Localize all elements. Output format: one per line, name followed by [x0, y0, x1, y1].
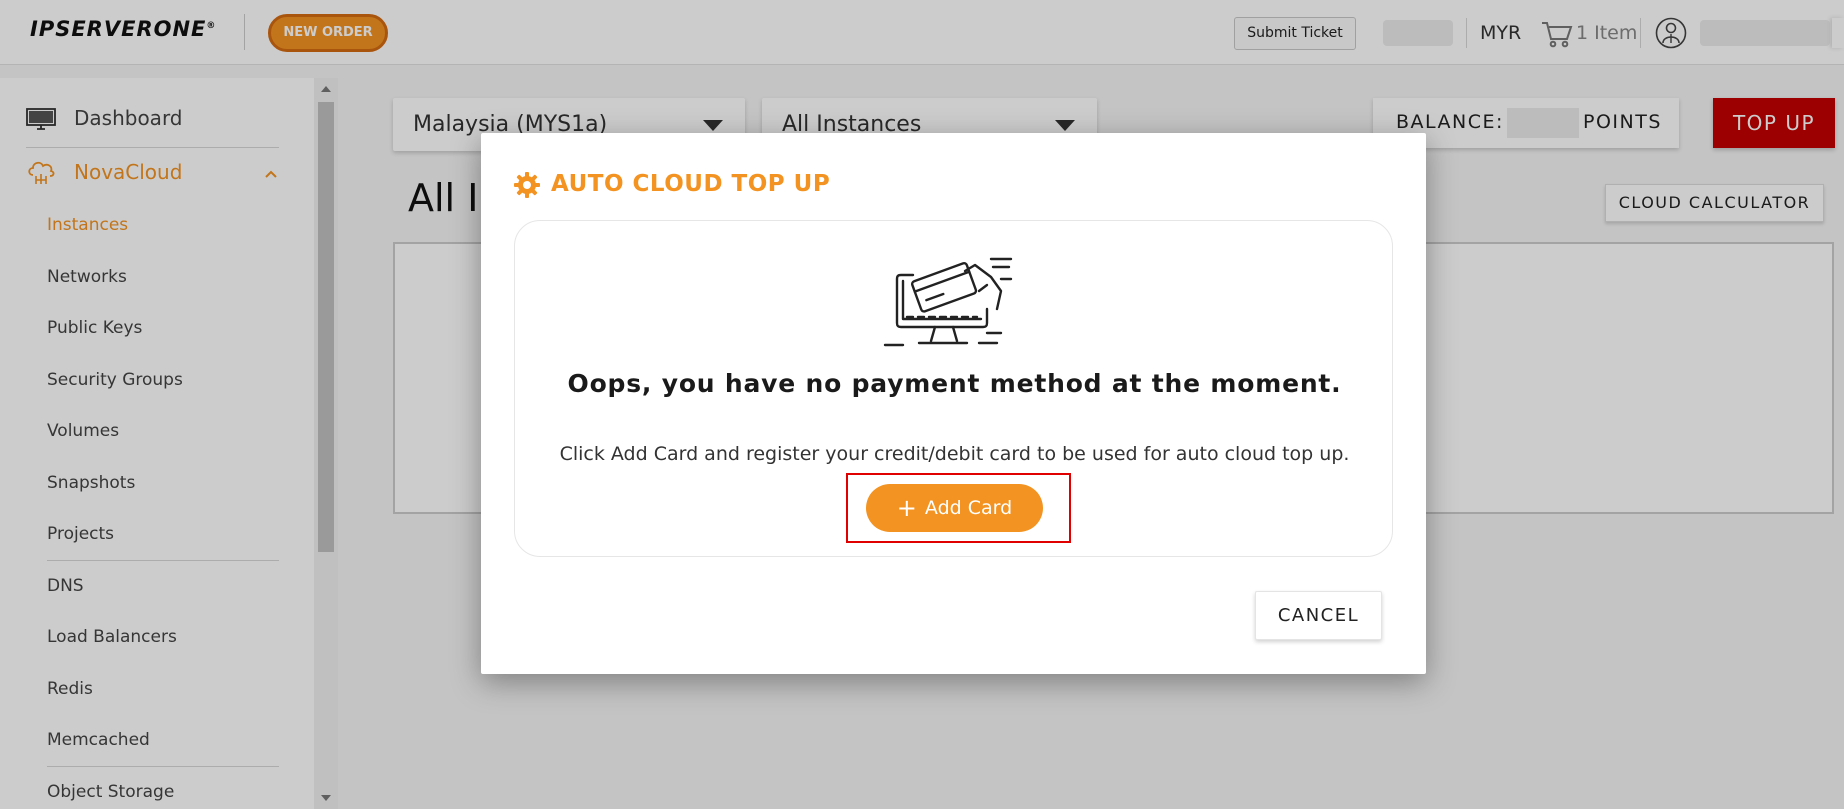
- payment-card-monitor-icon: [883, 257, 1013, 347]
- empty-state-card: Oops, you have no payment method at the …: [514, 220, 1393, 557]
- auto-cloud-top-up-modal: AUTO CLOUD TOP UP Oops, you have no paym…: [481, 133, 1426, 674]
- cancel-button[interactable]: CANCEL: [1255, 591, 1382, 640]
- modal-title: AUTO CLOUD TOP UP: [551, 171, 831, 197]
- add-card-label: Add Card: [924, 497, 1013, 519]
- empty-state-description: Click Add Card and register your credit/…: [559, 443, 1350, 465]
- gear-icon: [514, 172, 540, 198]
- plus-icon: +: [896, 494, 917, 522]
- add-card-button[interactable]: + Add Card: [866, 484, 1043, 532]
- empty-state-title: Oops, you have no payment method at the …: [567, 369, 1342, 398]
